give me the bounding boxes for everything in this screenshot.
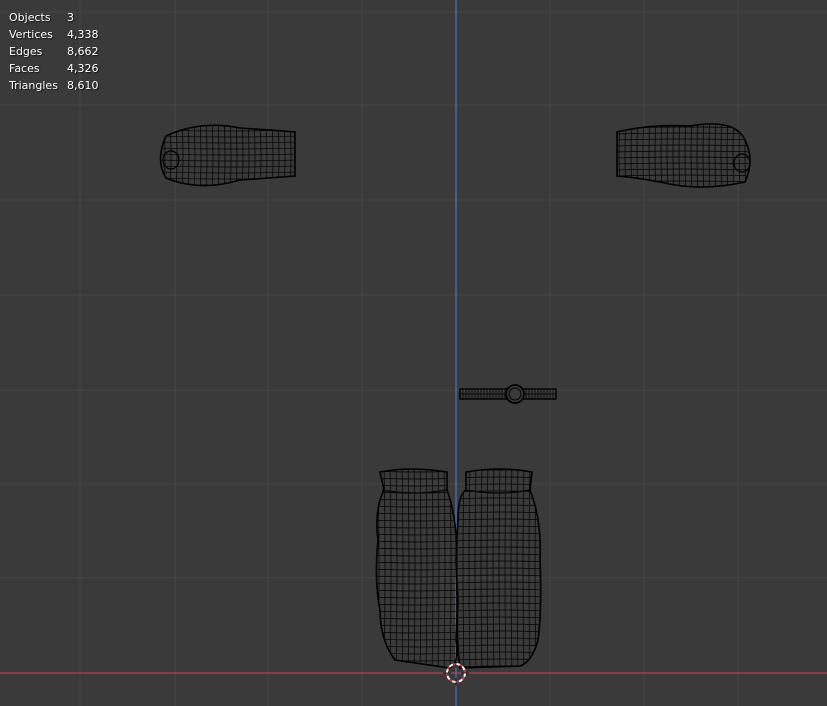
stat-value: 4,338 <box>67 28 99 41</box>
stat-row-vertices: Vertices 4,338 <box>9 26 127 43</box>
scene-statistics-overlay: Objects 3 Vertices 4,338 Edges 8,662 Fac… <box>9 9 127 94</box>
stat-value: 3 <box>67 11 74 24</box>
stat-row-edges: Edges 8,662 <box>9 43 127 60</box>
stat-label: Edges <box>9 45 43 58</box>
stat-value: 8,610 <box>67 79 99 92</box>
stat-label: Vertices <box>9 28 53 41</box>
stat-label: Faces <box>9 62 40 75</box>
left-leg-wireframe[interactable] <box>372 464 463 672</box>
stat-value: 8,662 <box>67 45 99 58</box>
stat-label: Triangles <box>9 79 58 92</box>
stat-row-triangles: Triangles 8,610 <box>9 77 127 94</box>
stat-row-objects: Objects 3 <box>9 9 127 26</box>
viewport-grid <box>0 0 827 706</box>
stat-value: 4,326 <box>67 62 99 75</box>
left-sleeve-wireframe[interactable] <box>158 118 298 194</box>
right-leg-wireframe[interactable] <box>451 463 546 672</box>
stat-label: Objects <box>9 11 51 24</box>
waist-belt-wireframe[interactable] <box>459 384 557 404</box>
3d-viewport[interactable]: Objects 3 Vertices 4,338 Edges 8,662 Fac… <box>0 0 827 706</box>
viewport-canvas[interactable] <box>0 0 827 706</box>
stat-row-faces: Faces 4,326 <box>9 60 127 77</box>
right-sleeve-wireframe[interactable] <box>613 115 758 194</box>
